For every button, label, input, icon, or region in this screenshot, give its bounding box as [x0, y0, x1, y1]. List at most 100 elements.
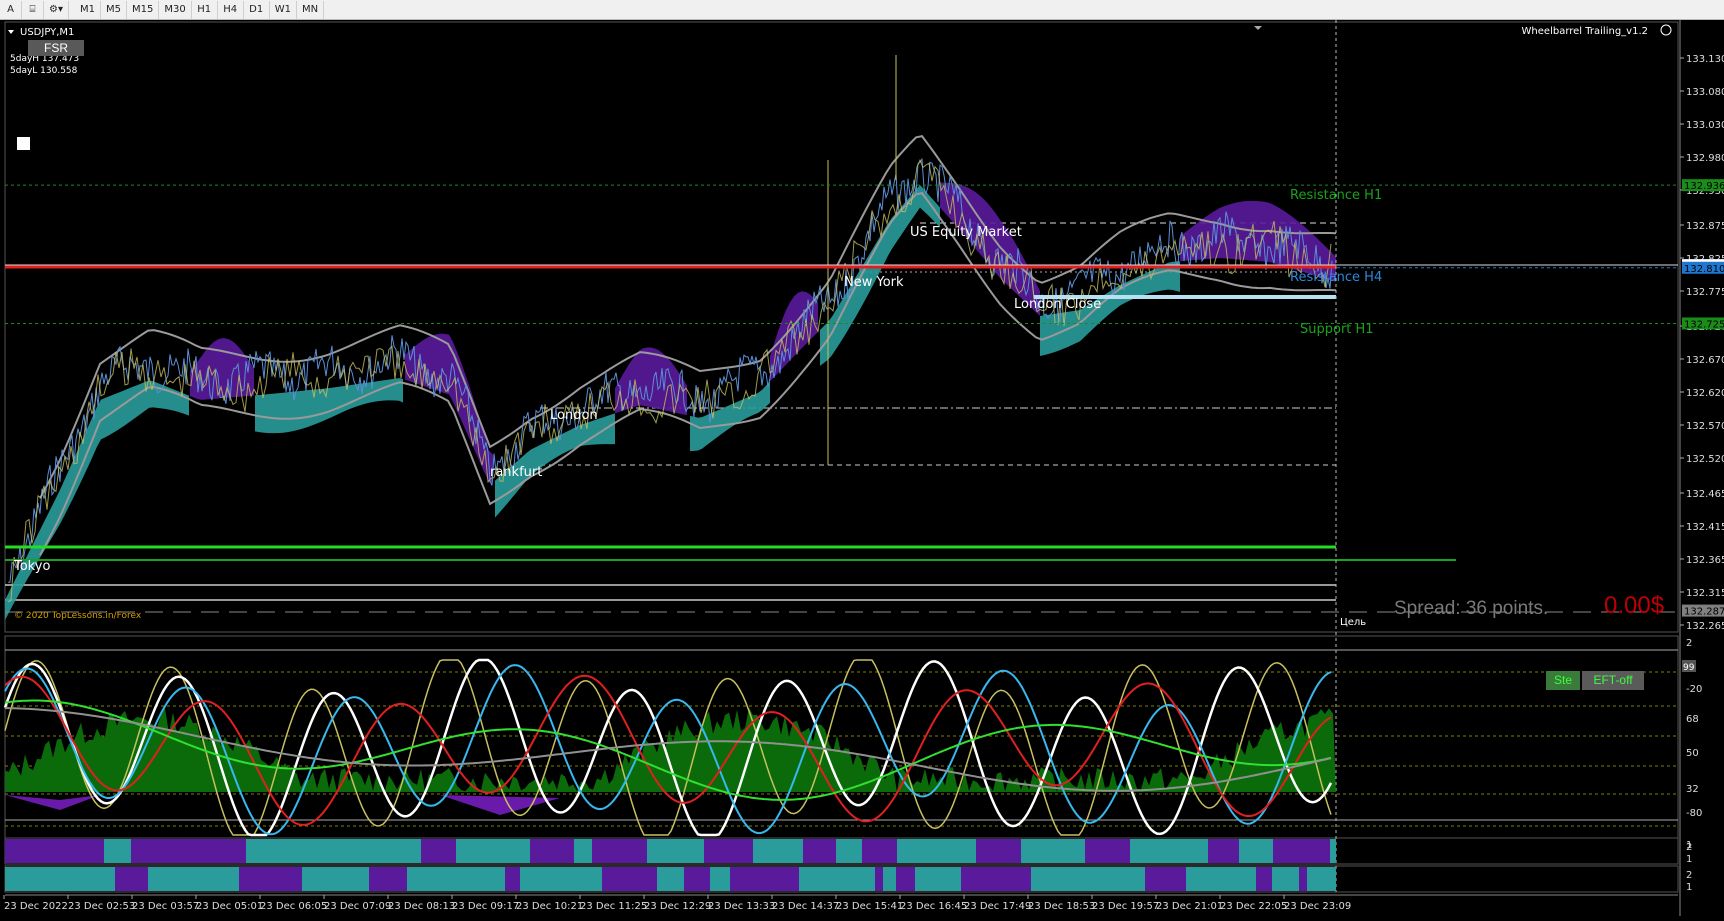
trend-strip-1-segment: [1042, 839, 1085, 863]
scroll-marker-icon[interactable]: [1254, 26, 1262, 30]
trend-strip-2-segment: [1020, 867, 1031, 891]
text-tool-icon[interactable]: A: [0, 0, 22, 19]
trend-strip-2-segment: [1133, 867, 1145, 891]
trend-strip-2-segment: [1094, 867, 1133, 891]
trend-strip-1-segment: [271, 839, 302, 863]
timeframe-m5-button[interactable]: M5: [101, 0, 127, 19]
label-tool-icon[interactable]: ⌸: [22, 0, 44, 19]
copyright-label: © 2020 TopLessons.in/Forex: [14, 611, 142, 621]
indicator-tick-label: 2: [1686, 638, 1692, 649]
trend-strip-2-segment: [163, 867, 197, 891]
price-badge-label: 132.287: [1684, 607, 1724, 618]
ea-name-label: Wheelbarrel Trailing_v1.2: [1522, 26, 1648, 37]
trend-strip-2-segment: [1061, 867, 1094, 891]
timeframe-h4-button[interactable]: H4: [218, 0, 244, 19]
resistance-h1-label: Resistance H1: [1290, 188, 1382, 203]
trend-strip-1-segment: [456, 839, 483, 863]
time-tick-label: 23 Dec 02:53: [68, 901, 135, 912]
timeframe-mn-button[interactable]: MN: [297, 0, 325, 19]
trend-strip-2-segment: [730, 867, 753, 891]
timeframe-d1-button[interactable]: D1: [244, 0, 270, 19]
trend-strip-2-segment: [684, 867, 710, 891]
ste-button[interactable]: Ste: [1546, 671, 1580, 690]
ichimoku-cloud-purple: [405, 333, 493, 483]
trend-strip-1-segment: [1273, 839, 1298, 863]
trend-strip-1-segment: [19, 839, 39, 863]
trend-strip-2-segment: [1031, 867, 1061, 891]
indicator-purple-area: [5, 795, 100, 810]
indicator-tick-label: 68: [1686, 714, 1699, 725]
trend-strip-1-segment: [1309, 839, 1330, 863]
time-tick-label: 23 Dec 06:05: [260, 901, 327, 912]
price-tick-label: 132.520: [1686, 454, 1724, 465]
fsr-button[interactable]: FSR: [28, 40, 84, 56]
strip-1-tick-label: 2: [1686, 842, 1692, 853]
trend-strip-1-segment: [574, 839, 592, 863]
chart-area[interactable]: 133.130 133.080 133.030 132.980 132.930 132.8…: [0, 20, 1724, 916]
trend-strip-2-segment: [350, 867, 369, 891]
trend-strip-1-segment: [753, 839, 789, 863]
trend-strip-2-segment: [961, 867, 983, 891]
time-tick-label: 23 Dec 10:21: [516, 901, 583, 912]
price-tick-label: 132.775: [1686, 287, 1724, 298]
trend-strip-1-segment: [421, 839, 456, 863]
ichimoku-cloud-teal: [255, 378, 403, 434]
trend-strip-2-segment: [643, 867, 657, 891]
eft-off-button[interactable]: EFT-off: [1582, 671, 1644, 690]
trend-strip-1-segment: [647, 839, 684, 863]
trend-strip-2-segment: [31, 867, 66, 891]
trend-strip-1-segment: [530, 839, 574, 863]
price-tick-label: 132.620: [1686, 388, 1724, 399]
trend-strip-2-segment: [255, 867, 302, 891]
time-tick-label: 23 Dec 08:13: [388, 901, 455, 912]
trend-strip-1-segment: [976, 839, 995, 863]
spread-label: Spread: 36 points.: [1394, 598, 1549, 619]
indicator-tick-label: 32: [1686, 784, 1699, 795]
trend-strip-2-segment: [325, 867, 350, 891]
trend-strip-2-segment: [66, 867, 105, 891]
timeframe-m1-button[interactable]: M1: [75, 0, 101, 19]
price-tick-label: 132.315: [1686, 588, 1724, 599]
time-tick-label: 23 Dec 23:09: [1284, 901, 1351, 912]
trend-strip-2-segment: [1215, 867, 1228, 891]
price-badge-label: 132.810: [1684, 264, 1724, 275]
trend-strip-1-segment: [1177, 839, 1197, 863]
label-us-equity: US Equity Market: [910, 225, 1022, 240]
label-tokyo: Tokyo: [13, 559, 50, 574]
price-tick-label: 132.265: [1686, 621, 1724, 632]
strip-2-tick-label: 2: [1686, 870, 1692, 881]
price-badge-label: 132.936: [1684, 181, 1724, 192]
time-tick-label: 23 Dec 16:45: [900, 901, 967, 912]
trend-strip-2-segment: [369, 867, 391, 891]
chart-canvas[interactable]: 133.130133.080133.030132.980132.930132.8…: [0, 20, 1724, 916]
ea-smiley-icon: [1660, 24, 1672, 36]
timeframe-h1-button[interactable]: H1: [192, 0, 218, 19]
timeframe-w1-button[interactable]: W1: [270, 0, 297, 19]
trend-strip-2-segment: [799, 867, 829, 891]
ichimoku-cloud-purple: [940, 182, 1040, 316]
time-tick-label: 23 Dec 14:37: [772, 901, 839, 912]
chevron-down-icon[interactable]: [8, 30, 14, 34]
trend-strip-1-segment: [1004, 839, 1021, 863]
trend-strip-2-segment: [5, 867, 31, 891]
trend-strip-2-segment: [105, 867, 115, 891]
time-tick-label: 23 Dec 22:05: [1220, 901, 1287, 912]
trend-strip-2-segment: [1206, 867, 1215, 891]
trend-strip-1-segment: [1130, 839, 1144, 863]
label-london: London: [550, 408, 598, 423]
time-tick-label: 23 Dec 13:33: [708, 901, 775, 912]
trend-strip-1-segment: [483, 839, 518, 863]
indicator-tick-label: -80: [1686, 808, 1702, 819]
chart-toolbar: A ⌸ ⚙▾ M1 M5 M15 M30 H1 H4 D1 W1 MN: [0, 0, 1724, 20]
shapes-dropdown-icon[interactable]: ⚙▾: [44, 0, 69, 19]
timeframe-m30-button[interactable]: M30: [159, 0, 192, 19]
trend-strip-1-segment: [704, 839, 729, 863]
trend-strip-2-segment: [148, 867, 163, 891]
trend-strip-2-segment: [1164, 867, 1186, 891]
timeframe-m15-button[interactable]: M15: [127, 0, 160, 19]
trend-strip-2-segment: [197, 867, 239, 891]
profit-label: 0.00$: [1604, 592, 1665, 619]
toggle-square[interactable]: [17, 137, 30, 150]
support-h1-label: Support H1: [1300, 322, 1374, 337]
time-tick-label: 23 Dec 09:17: [452, 901, 519, 912]
